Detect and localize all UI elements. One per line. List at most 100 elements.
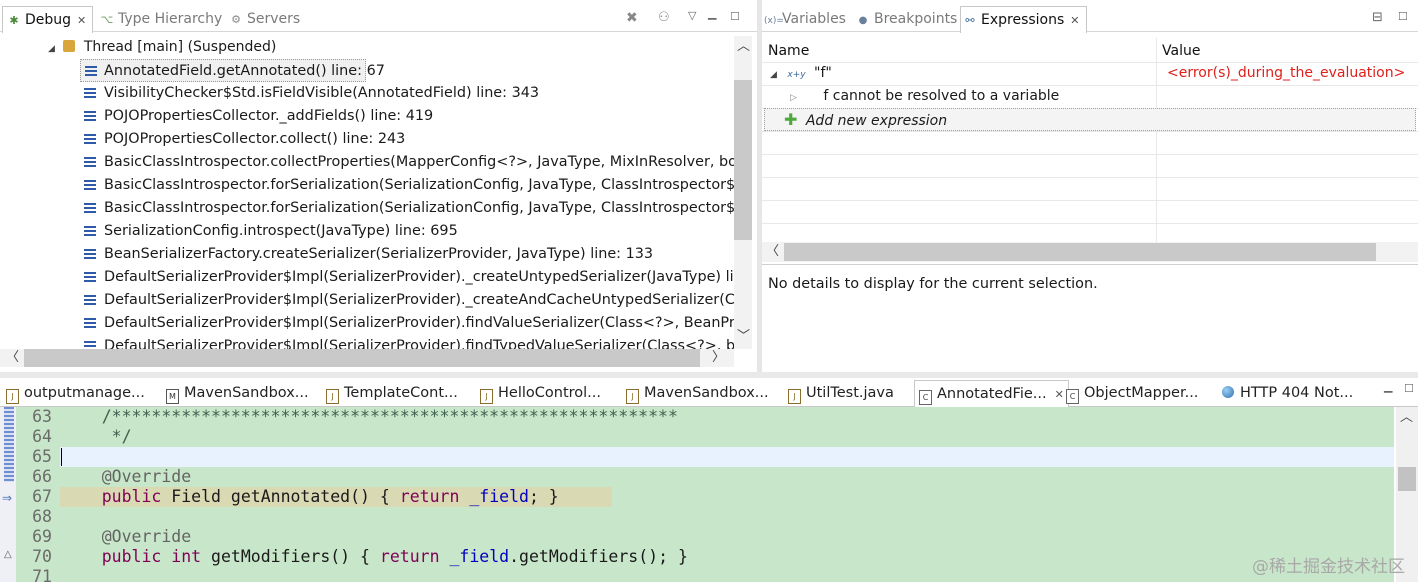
globe-icon [1222,386,1234,398]
code-text: */ [62,427,132,446]
stack-frame-icon [84,134,96,145]
close-icon[interactable]: ✕ [77,14,86,27]
tab-variables[interactable]: (x)=Variables [764,6,846,32]
stack-frames: AnnotatedField.getAnnotated() line: 67 V… [0,59,734,349]
editor-tab-label: ObjectMapper... [1084,385,1199,401]
line-number: 63 [32,407,52,426]
editor-tab[interactable]: J UtilTest.java [788,380,894,406]
details-pane-divider [762,264,1418,265]
row-divider [762,131,1418,132]
close-icon[interactable]: ✕ [1055,388,1064,401]
editor-tab[interactable]: J TemplateCont... [326,380,458,406]
error-detail-row[interactable]: ▷ f cannot be resolved to a variable [790,85,1059,108]
java-file-icon: J [480,389,493,404]
line-number: 67 [32,487,52,506]
stack-frame-label: SerializationConfig.introspect(JavaType)… [104,223,458,239]
expressions-tabbar: (x)=Variables ● Breakpoints ⚯ Expressions ✕… [762,6,1418,33]
expression-row[interactable]: ◢ x+y "f" [770,62,832,85]
horizontal-scrollbar-thumb[interactable] [24,349,700,367]
expressions-view: (x)=Variables ● Breakpoints ⚯ Expressions ✕… [762,0,1418,372]
java-file-icon: J [788,389,801,404]
collapse-all-icon[interactable]: ⊟ [1372,11,1383,25]
editor-tab[interactable]: C ObjectMapper... [1066,380,1198,406]
text-cursor [61,448,62,466]
scroll-down-icon[interactable]: ﹀ [737,330,750,344]
column-value[interactable]: Value [1162,40,1200,62]
editor-tab[interactable]: M MavenSandbox... [166,380,309,406]
tab-type-hierarchy-label: Type Hierarchy [118,11,223,27]
java-file-icon: J [626,389,639,404]
stack-frame-label: BasicClassIntrospector.forSerialization(… [104,200,734,216]
expression-name: "f" [814,65,832,81]
stack-frame-label: DefaultSerializerProvider$Impl(Serialize… [104,292,734,308]
expand-right-icon[interactable]: ▷ [790,93,797,103]
view-menu-icon[interactable]: ⚇ [658,11,670,25]
column-name[interactable]: Name [768,40,809,62]
expand-down-icon[interactable]: ◢ [770,70,777,80]
tab-expressions-label: Expressions [981,12,1065,28]
line-number: 65 [32,447,52,466]
tab-debug[interactable]: ✱ Debug ✕ [2,6,94,33]
editor-tab-label: HelloControl... [498,385,601,401]
java-file-icon: J [326,389,339,404]
vertical-scrollbar-thumb[interactable] [1398,467,1416,491]
error-detail-label: f cannot be resolved to a variable [823,88,1060,104]
horizontal-scrollbar-thumb[interactable] [784,243,1376,261]
stack-frame[interactable]: AnnotatedField.getAnnotated() line: 67 [80,59,385,82]
editor-tab-active[interactable]: C AnnotatedFie... ✕ [914,380,1069,407]
class-file-icon: C [919,390,932,405]
scroll-up-icon[interactable]: ︿ [1400,411,1413,425]
stack-frame-label: POJOPropertiesCollector.collect() line: … [104,131,406,147]
stack-frame-label: DefaultSerializerProvider$Impl(Serialize… [104,338,734,349]
plus-icon: ✚ [784,110,798,129]
expand-down-icon[interactable]: ◢ [48,44,55,54]
maximize-icon[interactable]: ☐ [1404,382,1414,396]
editor-tab-label: MavenSandbox... [184,385,309,401]
variables-icon: (x)= [764,16,784,26]
row-divider [762,200,1418,201]
editor-tab-label: outputmanage... [24,385,145,401]
stack-frame-icon [85,66,97,77]
stack-frame-icon [84,88,96,99]
stack-frame-icon [84,111,96,122]
stack-frame-icon [84,226,96,237]
scroll-right-icon[interactable]: 〉 [712,351,725,365]
code-text: public Field getAnnotated() { return _fi… [101,487,559,506]
scroll-left-icon[interactable]: 〈 [766,245,779,259]
editor-tab[interactable]: J HelloControl... [480,380,601,406]
stack-frame-label: BeanSerializerFactory.createSerializer(S… [104,246,654,262]
editor-tab-label: AnnotatedFie... [937,386,1047,402]
fold-icon[interactable]: △ [4,549,12,560]
editor-tab[interactable]: HTTP 404 Not... [1222,380,1353,406]
java-file-icon: J [6,389,19,404]
stack-frame-icon [84,249,96,260]
code-text: public int getModifiers() { return _fiel… [101,547,688,566]
debug-tabbar: ✱ Debug ✕ ⌥ Type Hierarchy ⚙ Servers ✖ ⚇ ▽ ▁… [0,6,757,33]
tab-breakpoints[interactable]: ● Breakpoints [856,6,958,32]
minimize-icon[interactable]: ▁ [1384,380,1392,394]
close-icon[interactable]: ✕ [1070,14,1079,27]
column-divider[interactable] [1156,38,1157,242]
thread-row[interactable]: ◢ Thread [main] (Suspended) [48,36,276,59]
tab-type-hierarchy[interactable]: ⌥ Type Hierarchy [100,6,223,32]
chevron-down-icon[interactable]: ▽ [688,9,696,23]
scroll-up-icon[interactable]: ︿ [737,40,750,54]
editor-body[interactable]: ⇒ △ 63 /********************************… [0,407,1418,582]
stack-frame-icon [84,272,96,283]
maximize-icon[interactable]: ☐ [1398,10,1408,24]
debug-view: ✱ Debug ✕ ⌥ Type Hierarchy ⚙ Servers ✖ ⚇ ▽ ▁… [0,0,757,372]
tab-expressions[interactable]: ⚯ Expressions ✕ [960,6,1087,33]
editor-tab[interactable]: Joutputmanage... [6,380,145,406]
add-new-expression[interactable]: ✚ Add new expression [784,108,947,131]
maximize-icon[interactable]: ☐ [730,10,740,24]
code-text: @Override [62,527,192,546]
details-text: No details to display for the current se… [768,276,1098,292]
scroll-left-icon[interactable]: 〈 [6,351,19,365]
tab-breakpoints-label: Breakpoints [874,11,958,27]
editor-tab-label: MavenSandbox... [644,385,769,401]
vertical-scrollbar-thumb[interactable] [734,80,752,240]
minimize-icon[interactable]: ▁ [708,7,716,21]
editor-tab[interactable]: J MavenSandbox... [626,380,769,406]
tab-servers[interactable]: ⚙ Servers [229,6,300,32]
remove-terminated-icon[interactable]: ✖ [626,11,638,25]
